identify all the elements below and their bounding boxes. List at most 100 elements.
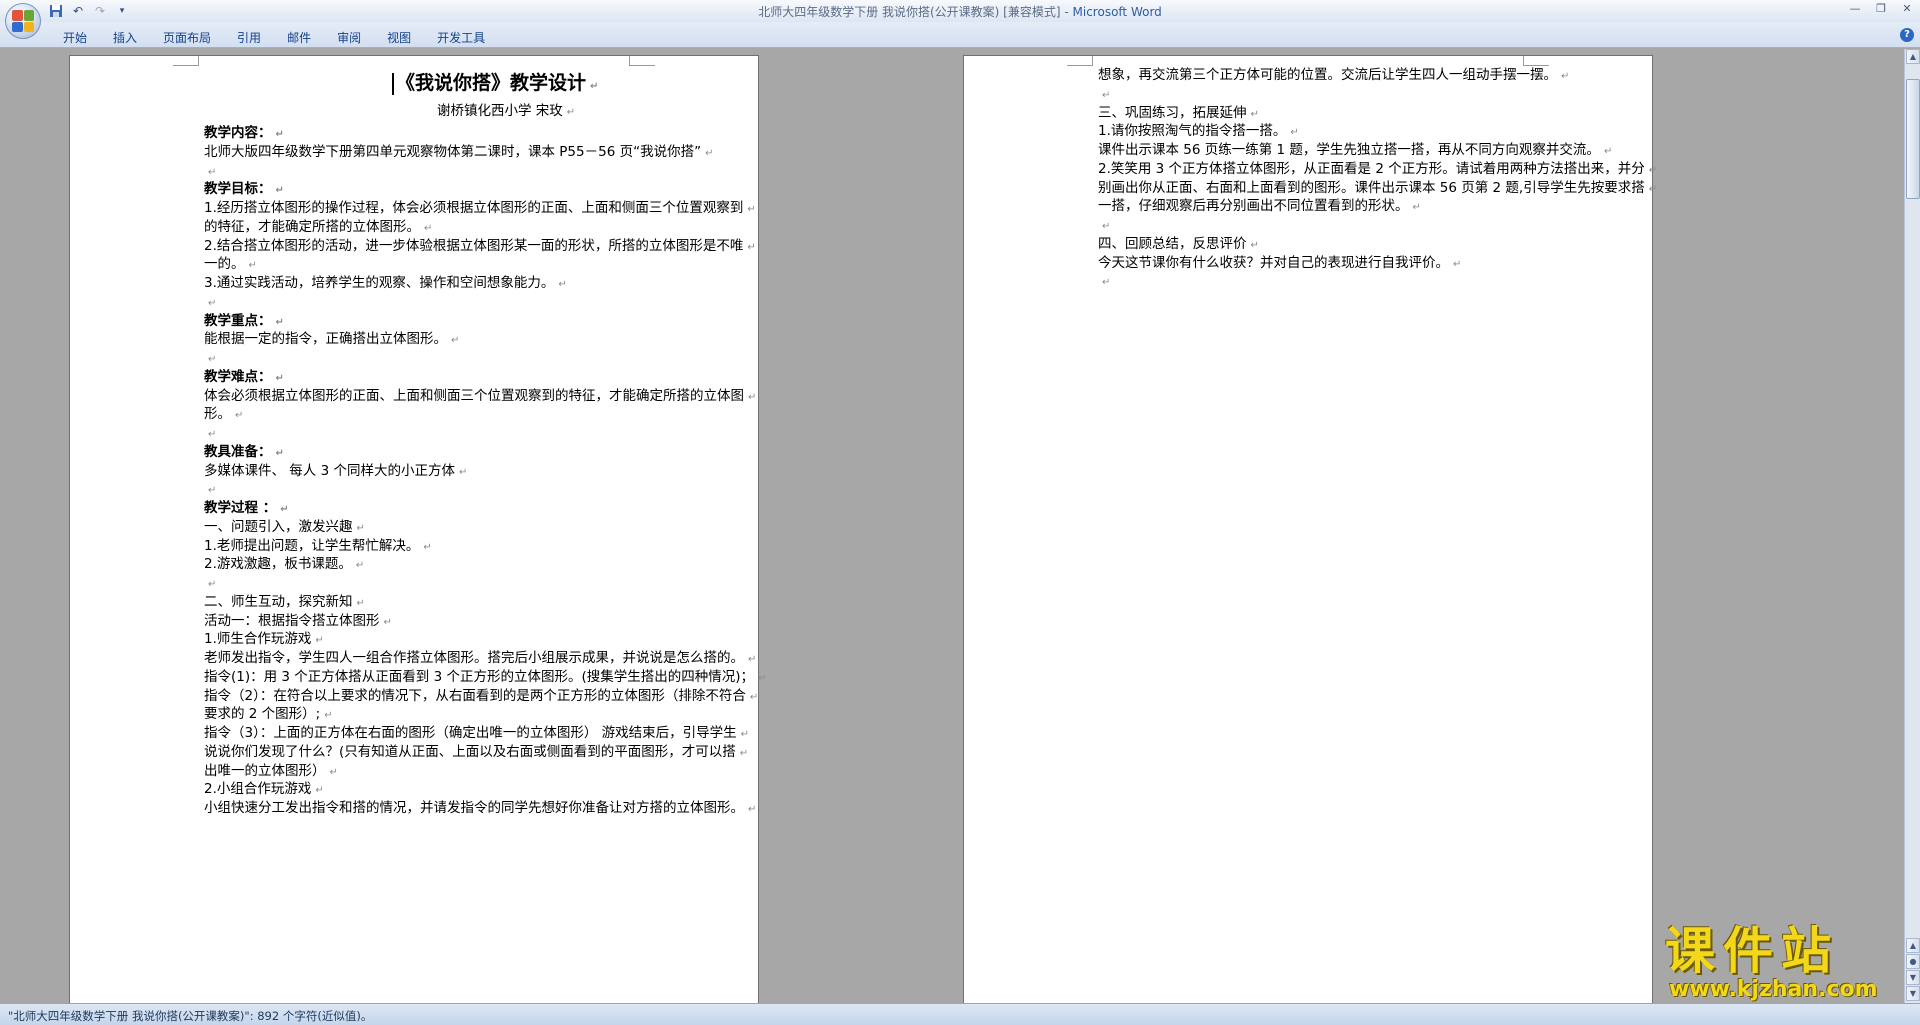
status-bar: "北师大四年级数学下册 我说你搭(公开课教案)": 892 个字符(近似值)。	[0, 1003, 1920, 1025]
window-controls: — ❐ ✕	[1846, 2, 1916, 16]
text-line: 多媒体课件、 每人 3 个同样大的小正方体 ↵	[204, 462, 468, 479]
minimize-icon[interactable]: —	[1846, 2, 1864, 16]
text-line: 想象，再交流第三个正方体可能的位置。交流后让学生四人一组动手摆一摆。 ↵	[1098, 67, 1570, 83]
paragraph-mark-icon: ↵	[329, 766, 338, 778]
paragraph-mark-icon: ↵	[748, 391, 757, 403]
paragraph-mark-icon: ↵	[208, 485, 217, 497]
ribbon-tab-bar: 开始 插入 页面布局 引用 邮件 审阅 视图 开发工具 ?	[0, 22, 1920, 48]
paragraph-mark-icon: ↵	[208, 579, 217, 590]
paragraph-mark-icon: ↵	[208, 166, 217, 178]
paragraph-mark-icon: ↵	[424, 222, 433, 234]
text-line: 3.通过实践活动，培养学生的观察、操作和空间想象能力。 ↵	[204, 275, 567, 291]
text-line: 今天这节课你有什么收获？并对自己的表现进行自我评价。 ↵	[1098, 254, 1462, 271]
help-icon[interactable]: ?	[1900, 28, 1914, 42]
status-text: "北师大四年级数学下册 我说你搭(公开课教案)": 892 个字符(近似值)。	[8, 1009, 373, 1023]
paragraph-mark-icon: ↵	[748, 804, 757, 815]
scroll-down-icon[interactable]: ▼	[1906, 986, 1920, 1001]
paragraph-mark-icon: ↵	[275, 447, 284, 459]
scroll-up-icon[interactable]: ▲	[1906, 49, 1920, 64]
ribbon-tab[interactable]: 引用	[224, 27, 274, 48]
paragraph-mark-icon: ↵	[280, 504, 289, 515]
text-line: 2.结合搭立体图形的活动，进一步体验根据立体图形某一面的形状，所搭的立体图形是不…	[204, 237, 756, 254]
watermark-url: www.kjzhan.com	[1669, 977, 1878, 1002]
title-bar: ↶ ↷ ▾ 北师大四年级数学下册 我说你搭(公开课教案) [兼容模式] - Mi…	[0, 0, 1920, 39]
paragraph-mark-icon: ↵	[356, 597, 365, 609]
ribbon-tabs: 开始 插入 页面布局 引用 邮件 审阅 视图 开发工具	[50, 27, 498, 48]
text-line: 一搭，仔细观察后再分别画出不同位置看到的形状。 ↵	[1098, 198, 1421, 215]
paragraph-mark-icon: ↵	[458, 466, 468, 478]
paragraph-mark-icon: ↵	[1648, 164, 1658, 176]
paragraph-mark-icon: ↵	[1250, 239, 1259, 251]
text-line: ↵	[1098, 270, 1110, 294]
paragraph-mark-icon: ↵	[275, 316, 284, 328]
page-1[interactable]: 《我说你搭》教学设计 ↵ 谢桥镇化西小学 宋玫 ↵ 教学内容： ↵ 北师大版四年级数学下…	[69, 55, 766, 1003]
paragraph-mark-icon: ↵	[235, 410, 244, 422]
paragraph-mark-icon: ↵	[747, 241, 756, 253]
text-line: 北师大版四年级数学下册第四单元观察物体第二课时，课本 P55－56 页“我说你搭…	[204, 143, 714, 160]
paragraph-mark-icon: ↵	[747, 204, 756, 215]
ribbon-tab[interactable]: 页面布局	[150, 27, 224, 48]
paragraph-mark-icon: ↵	[275, 129, 284, 140]
text-line: 小组快速分工发出指令和搭的情况，并请发指令的同学先想好你准备让对方搭的立体图形。…	[204, 800, 757, 816]
paragraph-mark-icon: ↵	[740, 729, 750, 740]
scroll-thumb[interactable]	[1906, 79, 1920, 199]
document-name: 北师大四年级数学下册 我说你搭(公开课教案) [兼容模式]	[758, 5, 1061, 19]
page-2[interactable]: 想象，再交流第三个正方体可能的位置。交流后让学生四人一组动手摆一摆。 ↵ ↵ 三、巩固…	[963, 55, 1657, 1003]
document-area: 《我说你搭》教学设计 ↵ 谢桥镇化西小学 宋玫 ↵ 教学内容： ↵ 北师大版四年级数学下…	[0, 49, 1904, 1003]
paragraph-mark-icon: ↵	[315, 785, 324, 797]
paragraph-mark-icon: ↵	[1102, 221, 1111, 232]
vertical-scrollbar[interactable]: ▲ ▲ ● ▼ ▼	[1904, 49, 1920, 1003]
paragraph-mark-icon: ↵	[356, 522, 365, 534]
text-line: 2.游戏激趣，板书课题。 ↵	[204, 556, 365, 573]
ribbon-tab[interactable]: 视图	[374, 27, 424, 48]
paragraph-mark-icon: ↵	[558, 279, 567, 290]
paragraph-mark-icon: ↵	[749, 691, 759, 703]
paragraph-mark-icon: ↵	[248, 260, 257, 272]
select-browse-object-icon[interactable]: ●	[1906, 954, 1920, 969]
office-button[interactable]	[5, 3, 41, 39]
watermark-title: 课件站	[1665, 922, 1839, 980]
paragraph-mark-icon: ↵	[705, 147, 714, 159]
prev-page-icon[interactable]: ▲	[1906, 938, 1920, 953]
text-line: 能根据一定的指令，正确搭出立体图形。 ↵	[204, 331, 460, 348]
title-separator: -	[1060, 5, 1073, 19]
paragraph-mark-icon: ↵	[1102, 277, 1111, 289]
paragraph-mark-icon: ↵	[1412, 202, 1421, 214]
paragraph-mark-icon: ↵	[1250, 108, 1259, 120]
paragraph-mark-icon: ↵	[275, 372, 284, 384]
ribbon-tab[interactable]: 审阅	[324, 27, 374, 48]
paragraph-mark-icon: ↵	[1648, 183, 1658, 195]
paragraph-mark-icon: ↵	[208, 354, 217, 365]
paragraph-mark-icon: ↵	[324, 710, 333, 722]
paragraph-mark-icon: ↵	[739, 747, 749, 759]
paragraph-mark-icon: ↵	[758, 672, 767, 684]
office-logo-icon	[12, 10, 34, 32]
close-icon[interactable]: ✕	[1898, 2, 1916, 16]
ribbon-tab[interactable]: 开始	[50, 27, 100, 48]
paragraph-mark-icon: ↵	[1453, 258, 1462, 270]
paragraph-mark-icon: ↵	[423, 541, 432, 553]
paragraph-mark-icon: ↵	[451, 335, 460, 347]
paragraph-mark-icon: ↵	[355, 560, 365, 572]
ribbon-tab[interactable]: 邮件	[274, 27, 324, 48]
text-line: 体会必须根据立体图形的正面、上面和侧面三个位置观察到的特征，才能确定所搭的立体图…	[204, 387, 757, 404]
maximize-icon[interactable]: ❐	[1872, 2, 1890, 16]
paragraph-mark-icon: ↵	[208, 429, 217, 440]
next-page-icon[interactable]: ▼	[1906, 970, 1920, 985]
paragraph-mark-icon: ↵	[383, 616, 392, 628]
document-title: 《我说你搭》教学设计 ↵	[392, 72, 598, 98]
text-cursor	[392, 72, 394, 95]
app-name: Microsoft Word	[1072, 5, 1162, 19]
document-author: 谢桥镇化西小学 宋玫 ↵	[437, 103, 576, 119]
paragraph-mark-icon: ↵	[1561, 71, 1570, 82]
paragraph-mark-icon: ↵	[208, 297, 217, 309]
paragraph-mark-icon: ↵	[1290, 127, 1299, 139]
paragraph-mark-icon: ↵	[1603, 146, 1613, 157]
watermark-logo: 课件站 www.kjzhan.com	[1665, 925, 1905, 1003]
paragraph-mark-icon: ↵	[275, 185, 284, 197]
ribbon-tab[interactable]: 插入	[100, 27, 150, 48]
paragraph-mark-icon: ↵	[315, 635, 324, 647]
ribbon-tab[interactable]: 开发工具	[424, 27, 498, 48]
window-title: 北师大四年级数学下册 我说你搭(公开课教案) [兼容模式] - Microsof…	[0, 3, 1920, 20]
paragraph-mark-icon: ↵	[1102, 89, 1111, 101]
